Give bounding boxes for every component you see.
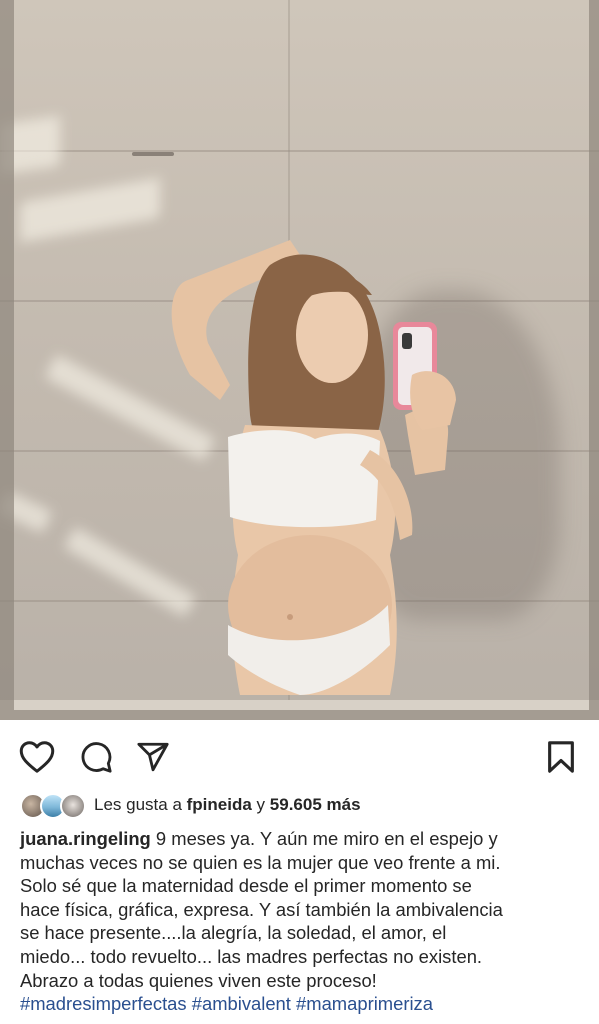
avatar <box>60 793 86 819</box>
post-caption: juana.ringeling 9 meses ya. Y aún me mir… <box>20 827 585 1016</box>
sunlight-patch <box>20 177 160 243</box>
like-button[interactable] <box>18 738 56 776</box>
paper-plane-icon <box>137 742 169 772</box>
tile-grout <box>0 150 599 152</box>
likes-count[interactable]: 59.605 más <box>270 795 361 815</box>
liker-username[interactable]: fpineida <box>187 795 252 815</box>
bookmark-icon <box>548 741 574 773</box>
person-figure <box>171 240 456 695</box>
heart-icon <box>19 741 55 773</box>
caption-username[interactable]: juana.ringeling <box>20 828 151 849</box>
comment-icon <box>81 742 112 773</box>
action-bar <box>0 728 599 784</box>
caption-line: Solo sé que la maternidad desde el prime… <box>20 875 472 897</box>
hashtag-link[interactable]: #madresimperfectas <box>20 993 187 1014</box>
save-button[interactable] <box>542 738 580 776</box>
comment-button[interactable] <box>77 738 115 776</box>
caption-line: muchas veces no se quien es la mujer que… <box>20 851 501 873</box>
sunlight-patch <box>0 115 60 175</box>
mirror-frame-bottom <box>0 700 599 720</box>
caption-line: hace física, gráfica, expresa. Y así tam… <box>20 898 503 920</box>
likes-prefix: Les gusta a <box>94 795 182 814</box>
likes-row[interactable]: Les gusta a fpineida y 59.605 más <box>20 790 361 820</box>
liker-avatars[interactable] <box>20 791 88 819</box>
share-button[interactable] <box>134 738 172 776</box>
caption-line: Abrazo a todas quienes viven este proces… <box>20 969 377 991</box>
hashtag-link[interactable]: #mamaprimeriza <box>296 993 433 1014</box>
caption-line: se hace presente....la alegría, la soled… <box>20 922 447 944</box>
caption-line: 9 meses ya. Y aún me miro en el espejo y <box>155 828 498 849</box>
wall-hook <box>132 152 174 156</box>
post-photo[interactable] <box>0 0 599 720</box>
likes-connector: y <box>256 795 266 814</box>
caption-line: miedo... todo revuelto... las madres per… <box>20 945 483 967</box>
sunlight-patch <box>0 490 53 534</box>
hashtag-link[interactable]: #ambivalent <box>192 993 291 1014</box>
